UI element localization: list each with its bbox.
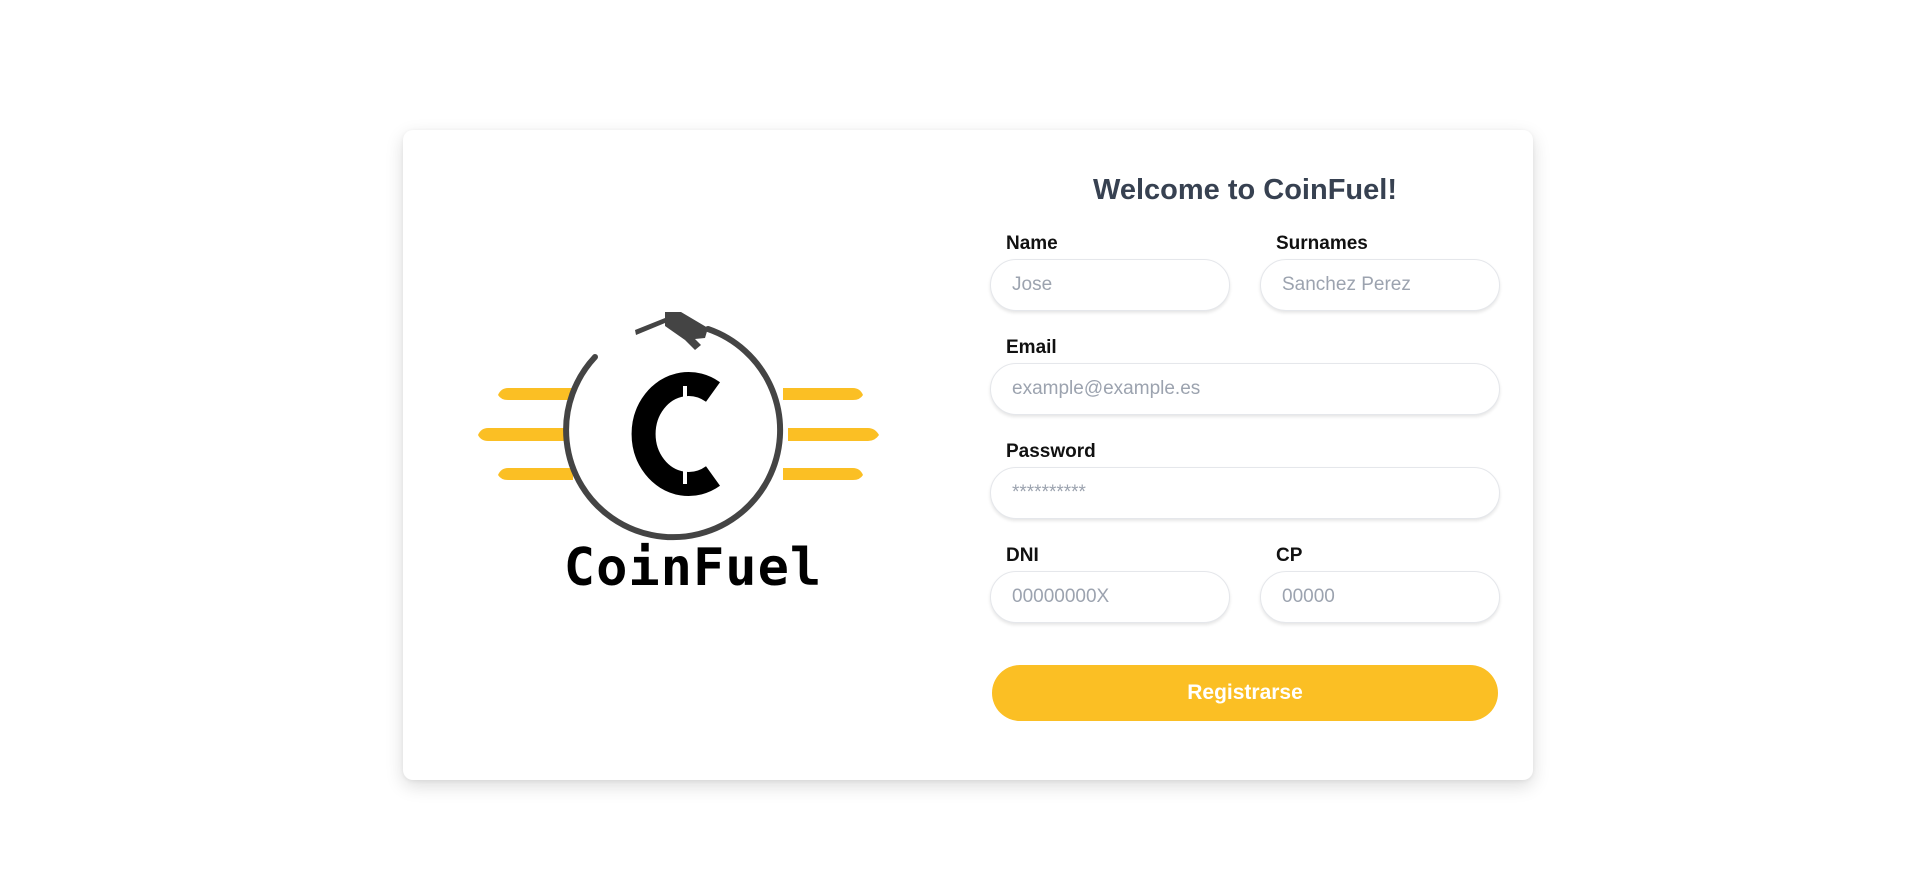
surnames-field-group: Surnames xyxy=(1260,233,1500,311)
name-label: Name xyxy=(1006,233,1058,254)
speed-lines-icon xyxy=(478,388,879,480)
logo-panel: CoinFuel xyxy=(403,130,968,780)
register-form: Welcome to CoinFuel! Name Surnames Email… xyxy=(990,130,1500,780)
register-button[interactable]: Registrarse xyxy=(992,665,1498,721)
name-field-group: Name xyxy=(990,233,1230,311)
dni-input[interactable] xyxy=(990,571,1230,623)
email-label: Email xyxy=(1006,337,1057,358)
password-input[interactable] xyxy=(990,467,1500,519)
cp-label: CP xyxy=(1276,545,1303,566)
cp-input[interactable] xyxy=(1260,571,1500,623)
coinfuel-logo xyxy=(478,312,879,541)
logo-wordmark: CoinFuel xyxy=(563,538,823,598)
c-monogram-icon xyxy=(631,372,720,496)
dni-label: DNI xyxy=(1006,545,1039,566)
fuel-nozzle-icon xyxy=(635,312,708,350)
dni-field-group: DNI xyxy=(990,545,1230,623)
name-input[interactable] xyxy=(990,259,1230,311)
password-field-group: Password xyxy=(990,441,1500,519)
surnames-label: Surnames xyxy=(1276,233,1368,254)
cp-field-group: CP xyxy=(1260,545,1500,623)
ring-icon xyxy=(563,326,784,541)
surnames-input[interactable] xyxy=(1260,259,1500,311)
password-label: Password xyxy=(1006,441,1096,462)
register-card: CoinFuel Welcome to CoinFuel! Name Surna… xyxy=(403,130,1533,780)
email-field-group: Email xyxy=(990,337,1500,415)
form-title: Welcome to CoinFuel! xyxy=(1093,174,1397,206)
email-input[interactable] xyxy=(990,363,1500,415)
